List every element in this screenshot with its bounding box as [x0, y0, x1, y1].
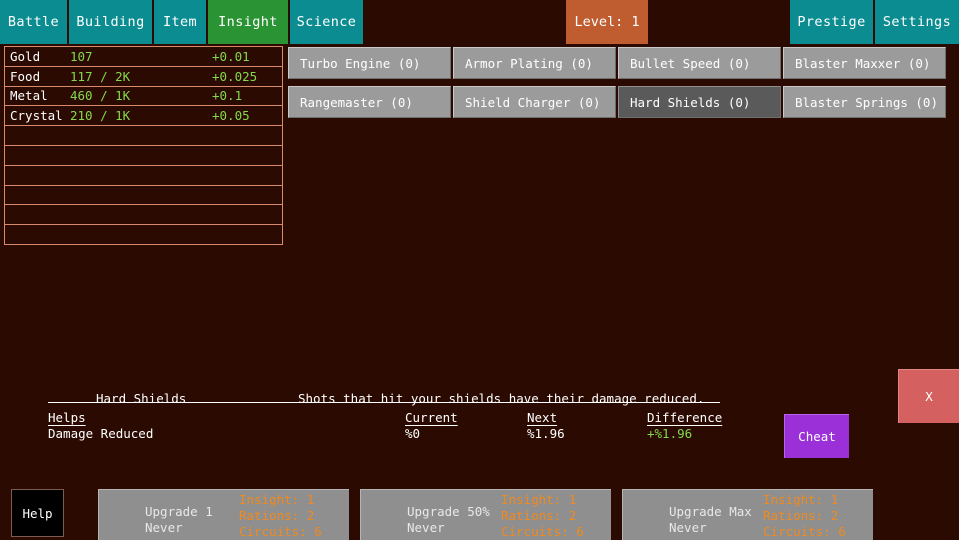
- upgrade-button-armor-plating[interactable]: Armor Plating (0): [453, 47, 616, 79]
- upgrade-label: Turbo Engine (0): [300, 55, 421, 71]
- resource-row-empty: [5, 146, 282, 166]
- upgrade-button-rangemaster[interactable]: Rangemaster (0): [288, 86, 451, 118]
- cost-insight: Insight: 1: [239, 492, 315, 507]
- purchase-label-group: Upgrade 50% Never: [407, 504, 490, 536]
- upgrade-button-blaster-springs[interactable]: Blaster Springs (0): [783, 86, 946, 118]
- cost-rations: Rations: 2: [501, 508, 577, 523]
- detail-description: Shots that hit your shields have their d…: [298, 391, 705, 406]
- close-button[interactable]: X: [898, 369, 959, 423]
- upgrade-label: Blaster Maxxer (0): [795, 55, 931, 71]
- cheat-button[interactable]: Cheat: [784, 414, 849, 458]
- purchase-sublabel: Never: [669, 520, 707, 535]
- resource-rate: +0.1: [212, 88, 243, 104]
- tab-battle[interactable]: Battle: [0, 0, 69, 44]
- upgrade-label: Armor Plating (0): [465, 55, 593, 71]
- resource-rate: +0.025: [212, 68, 258, 84]
- tab-building[interactable]: Building: [69, 0, 154, 44]
- close-icon: X: [925, 389, 933, 404]
- purchase-sublabel: Never: [407, 520, 445, 535]
- resource-row: Food 117 / 2K +0.025: [5, 67, 282, 87]
- upgrade-button-blaster-maxxer[interactable]: Blaster Maxxer (0): [783, 47, 946, 79]
- resource-row-empty: [5, 205, 282, 226]
- upgrade-label: Blaster Springs (0): [795, 94, 938, 110]
- help-button-label: Help: [22, 505, 53, 521]
- tab-label: Item: [162, 14, 198, 30]
- purchase-button-upgrade-1[interactable]: Upgrade 1 Never Insight: 1 Rations: 2 Ci…: [98, 489, 349, 540]
- upgrade-label: Hard Shields (0): [630, 94, 751, 110]
- cell-difference: +%1.96: [647, 426, 693, 441]
- purchase-cost-list: Insight: 1 Rations: 2 Circuits: 6: [763, 492, 846, 540]
- resource-row-empty: [5, 186, 282, 206]
- resource-row: Gold 107 +0.01: [5, 47, 282, 67]
- purchase-cost-list: Insight: 1 Rations: 2 Circuits: 6: [239, 492, 322, 540]
- resource-row-empty: [5, 166, 282, 186]
- tab-science[interactable]: Science: [290, 0, 365, 44]
- cell-current: %0: [405, 426, 421, 441]
- resource-name: Food: [10, 68, 41, 84]
- purchase-label-group: Upgrade 1 Never: [145, 504, 213, 536]
- cell-helps: Damage Reduced: [48, 426, 154, 441]
- column-header-helps: Helps: [48, 410, 86, 425]
- resource-rate: +0.01: [212, 48, 250, 64]
- tab-settings[interactable]: Settings: [875, 0, 959, 44]
- cost-rations: Rations: 2: [239, 508, 315, 523]
- upgrade-label: Rangemaster (0): [300, 94, 413, 110]
- tab-label: Building: [76, 14, 145, 30]
- tab-label: Battle: [7, 14, 60, 30]
- tab-item[interactable]: Item: [154, 0, 208, 44]
- level-badge: Level: 1: [566, 0, 648, 44]
- upgrade-label: Shield Charger (0): [465, 94, 601, 110]
- level-badge-label: Level: 1: [574, 14, 640, 30]
- resource-amount: 460 / 1K: [70, 88, 131, 104]
- cost-insight: Insight: 1: [501, 492, 577, 507]
- resource-amount: 107: [70, 48, 93, 64]
- cost-circuits: Circuits: 6: [239, 524, 322, 539]
- cost-circuits: Circuits: 6: [501, 524, 584, 539]
- cheat-button-label: Cheat: [798, 429, 836, 444]
- cost-circuits: Circuits: 6: [763, 524, 846, 539]
- purchase-label: Upgrade Max: [669, 504, 752, 519]
- resource-row-empty: [5, 126, 282, 146]
- resource-name: Metal: [10, 88, 48, 104]
- cost-insight: Insight: 1: [763, 492, 839, 507]
- tab-label: Settings: [882, 14, 952, 30]
- purchase-button-upgrade-50-percent[interactable]: Upgrade 50% Never Insight: 1 Rations: 2 …: [360, 489, 611, 540]
- purchase-sublabel: Never: [145, 520, 183, 535]
- detail-table-rule: [48, 402, 720, 403]
- resource-amount: 117 / 2K: [70, 68, 131, 84]
- column-header-difference: Difference: [647, 410, 723, 425]
- tab-label: Science: [296, 14, 357, 30]
- resource-name: Gold: [10, 48, 41, 64]
- column-header-current: Current: [405, 410, 458, 425]
- tab-prestige[interactable]: Prestige: [790, 0, 875, 44]
- purchase-label: Upgrade 1: [145, 504, 213, 519]
- detail-title: Hard Shields: [96, 391, 187, 406]
- tab-label: Prestige: [797, 14, 866, 30]
- top-navigation-bar: Battle Building Item Insight Science Lev…: [0, 0, 959, 44]
- tab-insight[interactable]: Insight: [208, 0, 290, 44]
- tab-label: Insight: [218, 14, 278, 30]
- upgrade-button-shield-charger[interactable]: Shield Charger (0): [453, 86, 616, 118]
- purchase-cost-list: Insight: 1 Rations: 2 Circuits: 6: [501, 492, 584, 540]
- help-button[interactable]: Help: [11, 489, 64, 537]
- resource-name: Crystal: [10, 108, 63, 124]
- resource-row-empty: [5, 225, 282, 245]
- upgrade-button-turbo-engine[interactable]: Turbo Engine (0): [288, 47, 451, 79]
- purchase-label-group: Upgrade Max Never: [669, 504, 752, 536]
- upgrade-label: Bullet Speed (0): [630, 55, 751, 71]
- cost-rations: Rations: 2: [763, 508, 839, 523]
- resource-panel: Gold 107 +0.01 Food 117 / 2K +0.025 Meta…: [4, 46, 283, 245]
- column-header-next: Next: [527, 410, 558, 425]
- purchase-button-upgrade-max[interactable]: Upgrade Max Never Insight: 1 Rations: 2 …: [622, 489, 873, 540]
- resource-amount: 210 / 1K: [70, 108, 131, 124]
- resource-row: Crystal 210 / 1K +0.05: [5, 106, 282, 127]
- purchase-label: Upgrade 50%: [407, 504, 490, 519]
- upgrade-button-hard-shields[interactable]: Hard Shields (0): [618, 86, 781, 118]
- cell-next: %1.96: [527, 426, 565, 441]
- resource-rate: +0.05: [212, 108, 250, 124]
- resource-row: Metal 460 / 1K +0.1: [5, 87, 282, 107]
- upgrade-button-bullet-speed[interactable]: Bullet Speed (0): [618, 47, 781, 79]
- game-screen: Battle Building Item Insight Science Lev…: [0, 0, 959, 540]
